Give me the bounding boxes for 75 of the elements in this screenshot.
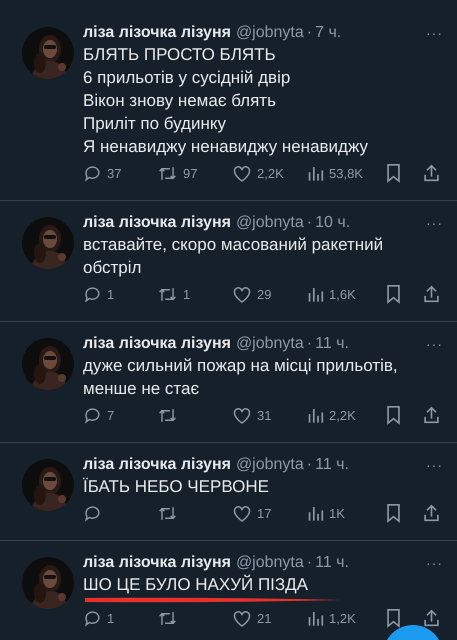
post-text: дуже сильний пожар на місці прильотів, менше не стає (83, 355, 399, 400)
reply-icon[interactable] (83, 406, 102, 424)
views-icon[interactable] (307, 504, 324, 522)
post-text: 6 прильотів у сусідній двір (83, 67, 290, 89)
heart-icon[interactable] (232, 284, 252, 304)
views-count: 2,2K (329, 408, 356, 422)
author-name[interactable]: ліза лізочка лізуня (83, 554, 231, 572)
author-handle[interactable]: @jobnyta (236, 24, 304, 42)
author-name[interactable]: ліза лізочка лізуня (83, 335, 231, 353)
separator-dot: · (306, 24, 312, 42)
author-handle[interactable]: @jobnyta (236, 456, 304, 474)
more-button[interactable]: ··· (426, 25, 443, 41)
views-icon[interactable] (307, 285, 324, 303)
repost-count: 97 (183, 166, 198, 180)
like-count: 2,2K (257, 166, 284, 180)
heart-icon[interactable] (232, 608, 252, 628)
repost-count: 1 (183, 286, 190, 302)
reply-count: 1 (107, 610, 114, 626)
heart-icon[interactable] (232, 406, 252, 424)
author-handle[interactable]: @jobnyta (236, 214, 304, 232)
post-text: БЛЯТЬ ПРОСТО БЛЯТЬ (83, 44, 276, 66)
author-name[interactable]: ліза лізочка лізуня (83, 214, 231, 232)
reply-icon[interactable] (83, 504, 102, 522)
separator-dot: · (306, 214, 312, 232)
reply-count: 1 (107, 286, 114, 302)
post-time[interactable]: 11 ч. (315, 456, 349, 474)
share-icon[interactable] (422, 163, 441, 183)
bookmark-icon[interactable] (385, 503, 402, 523)
views-count: 53,8K (329, 166, 363, 180)
separator-dot: · (306, 335, 312, 353)
views-count: 1K (329, 506, 345, 520)
views-icon[interactable] (307, 164, 324, 182)
like-count: 17 (257, 506, 272, 520)
share-icon[interactable] (422, 405, 441, 425)
bookmark-icon[interactable] (385, 608, 402, 628)
more-button[interactable]: ··· (426, 336, 443, 352)
author-name[interactable]: ліза лізочка лізуня (83, 456, 231, 474)
like-count: 31 (257, 408, 272, 422)
post-time[interactable]: 10 ч. (315, 214, 350, 232)
views-count: 1,2K (329, 610, 356, 626)
heart-icon[interactable] (232, 164, 252, 182)
more-button[interactable]: ··· (426, 215, 443, 231)
reply-icon[interactable] (83, 608, 102, 628)
bookmark-icon[interactable] (385, 163, 402, 183)
more-button[interactable]: ··· (426, 457, 443, 473)
post-text: вставайте, скоро масований ракетний обстріл (83, 234, 384, 279)
reply-icon[interactable] (83, 284, 102, 304)
more-button[interactable]: ··· (426, 555, 443, 571)
share-icon[interactable] (422, 608, 441, 628)
post-time[interactable]: 7 ч. (315, 24, 342, 42)
author-handle[interactable]: @jobnyta (236, 335, 304, 353)
views-icon[interactable] (307, 609, 324, 627)
views-count: 1,6K (329, 286, 356, 302)
post-text: ШО ЦЕ БУЛО НАХУЙ ПІЗДА (83, 574, 308, 596)
bookmark-icon[interactable] (385, 405, 402, 425)
reply-count: 37 (107, 166, 122, 180)
share-icon[interactable] (422, 503, 441, 523)
post-text: Вікон знову немає блять (83, 90, 276, 112)
author-name[interactable]: ліза лізочка лізуня (83, 24, 231, 42)
post-time[interactable]: 11 ч. (315, 554, 349, 572)
reply-count: 7 (107, 408, 114, 422)
like-count: 29 (257, 286, 272, 302)
reply-icon[interactable] (83, 164, 102, 182)
post-text: Приліт по будинку (83, 113, 226, 135)
share-icon[interactable] (422, 284, 441, 304)
like-count: 21 (257, 610, 272, 626)
heart-icon[interactable] (232, 504, 252, 522)
bookmark-icon[interactable] (385, 284, 402, 304)
separator-dot: · (306, 554, 312, 572)
post-text: Я ненавиджу ненавиджу ненавиджу (83, 136, 368, 158)
author-handle[interactable]: @jobnyta (236, 554, 304, 572)
post-text: ЇБАТЬ НЕБО ЧЕРВОНЕ (83, 476, 269, 498)
post-time[interactable]: 11 ч. (315, 335, 349, 353)
views-icon[interactable] (307, 406, 324, 424)
separator-dot: · (306, 456, 312, 474)
